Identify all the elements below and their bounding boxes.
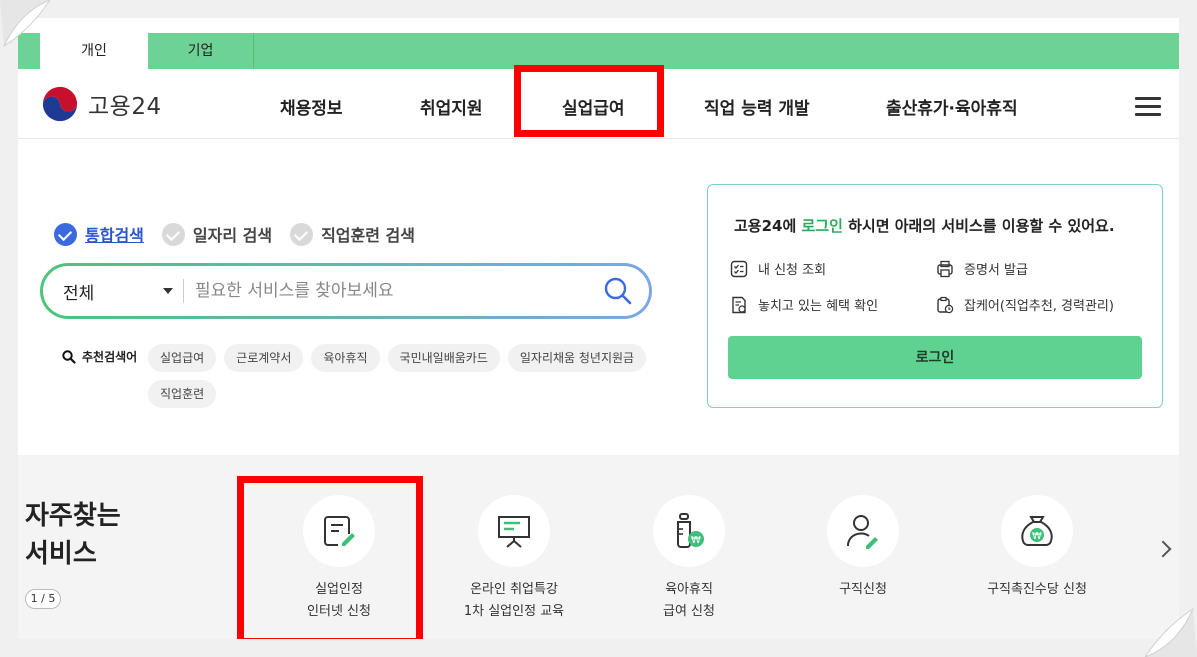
chip-keyword[interactable]: 실업급여 — [148, 344, 217, 372]
menu-icon[interactable] — [1135, 97, 1161, 117]
check-circle-icon — [290, 222, 314, 246]
nav-employment-support[interactable]: 취업지원 — [420, 94, 483, 119]
search-tab-integrated[interactable]: 통합검색 — [54, 222, 144, 246]
chip-keyword[interactable]: 일자리채움 청년지원금 — [507, 344, 647, 372]
tab-business[interactable]: 기업 — [148, 33, 254, 69]
document-coin-icon — [732, 296, 746, 313]
checklist-icon — [730, 260, 748, 277]
nav-maternity-leave[interactable]: 출산휴가·육아휴직 — [886, 94, 1018, 119]
highlight-box-service — [237, 476, 423, 639]
page: 개인 기업 고용24 채용정보 취업지원 실업급여 직업 능력 개발 출산휴가·… — [18, 18, 1179, 639]
presentation-board-icon — [498, 516, 530, 548]
svg-text:₩: ₩ — [691, 535, 701, 546]
service-job-seeking-registration[interactable]: 구직신청 — [778, 495, 948, 601]
taegeuk-logo-icon — [40, 84, 80, 124]
search-icon — [62, 349, 76, 364]
audience-tabs: 개인 기업 — [18, 33, 1179, 69]
recommend-label: 추천검색어 — [82, 350, 138, 364]
page-curl-top-left — [0, 0, 50, 48]
clipboard-clock-icon — [937, 296, 954, 313]
login-card-title: 고용24에 로그인 하시면 아래의 서비스를 이용할 수 있어요. — [734, 217, 1115, 235]
chip-keyword[interactable]: 육아휴직 — [311, 344, 380, 372]
printer-icon — [937, 260, 953, 277]
section-title: 자주찾는 서비스 — [25, 501, 121, 569]
chevron-right-icon[interactable] — [1154, 540, 1172, 558]
search-input[interactable] — [195, 277, 575, 305]
search-type-tabs: 통합검색 일자리 검색 직업훈련 검색 — [54, 222, 433, 246]
login-button[interactable]: 로그인 — [728, 336, 1142, 379]
page-curl-bottom-right — [1145, 607, 1197, 657]
service-online-job-lecture[interactable]: 온라인 취업특강 1차 실업인정 교육 — [429, 495, 599, 623]
search-bar: 전체 — [40, 263, 652, 319]
login-card: 고용24에 로그인 하시면 아래의 서비스를 이용할 수 있어요. 내 신청 조… — [707, 184, 1163, 408]
chip-keyword[interactable]: 직업훈련 — [148, 380, 217, 408]
carousel-pager: 1 / 5 — [25, 589, 61, 609]
highlight-box-nav — [514, 65, 664, 137]
logo-text: 고용24 — [88, 94, 162, 120]
site-logo[interactable]: 고용24 — [40, 84, 162, 124]
baby-bottle-won-icon: ₩ — [677, 513, 704, 548]
service-job-promotion-allowance[interactable]: ₩ 구직촉진수당 신청 — [952, 495, 1122, 601]
frequent-services: 자주찾는 서비스 1 / 5 실업인정 인터넷 신청 온라인 취업특강 1차 실… — [18, 455, 1179, 639]
nav-jobs[interactable]: 채용정보 — [280, 94, 343, 119]
money-bag-won-icon: ₩ — [1021, 516, 1053, 546]
svg-text:₩: ₩ — [1032, 531, 1042, 542]
tab-personal[interactable]: 개인 — [40, 33, 148, 69]
service-my-applications[interactable]: 내 신청 조회 — [730, 259, 826, 278]
chip-keyword[interactable]: 근로계약서 — [224, 344, 304, 372]
chip-keyword[interactable]: 국민내일배움카드 — [387, 344, 500, 372]
service-certificate[interactable]: 증명서 발급 — [936, 259, 1028, 278]
check-circle-icon — [161, 222, 185, 246]
search-tab-jobs[interactable]: 일자리 검색 — [161, 222, 272, 246]
search-category-select[interactable]: 전체 — [63, 279, 94, 304]
service-jobcare[interactable]: 잡케어(직업추천, 경력관리) — [936, 295, 1114, 314]
search-icon[interactable] — [603, 276, 633, 306]
person-pen-icon — [846, 515, 878, 549]
divider — [183, 279, 184, 303]
nav-vocational-training[interactable]: 직업 능력 개발 — [704, 94, 810, 119]
service-parental-leave-benefit[interactable]: ₩ 육아휴직 급여 신청 — [604, 495, 774, 623]
chip-list: 실업급여 근로계약서 육아휴직 국민내일배움카드 일자리채움 청년지원금 직업훈… — [148, 344, 668, 416]
search-tab-training[interactable]: 직업훈련 검색 — [290, 222, 415, 246]
service-missed-benefits[interactable]: 놓치고 있는 혜택 확인 — [730, 295, 878, 314]
check-circle-icon — [54, 222, 77, 246]
caret-down-icon[interactable] — [163, 288, 173, 294]
